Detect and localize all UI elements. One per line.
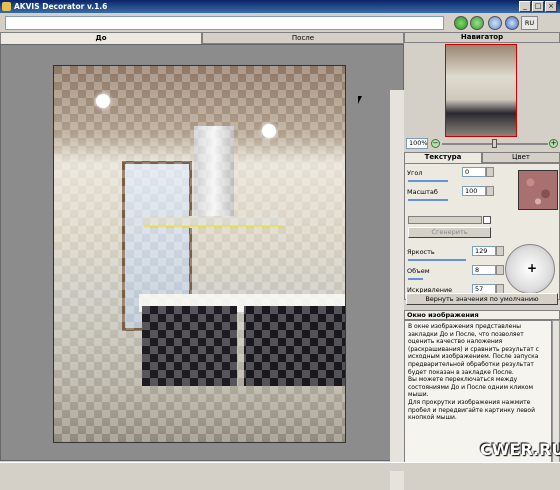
close-button[interactable]: ×	[545, 1, 557, 12]
canvas-scrollbar[interactable]	[390, 90, 404, 490]
volume-label: Объем	[407, 267, 430, 275]
transparency-overlay	[54, 66, 345, 442]
angle-slider[interactable]	[408, 180, 448, 182]
kitchen-photo	[53, 65, 346, 443]
zoom-slider-handle[interactable]	[492, 139, 497, 148]
tab-color[interactable]: Цвет	[482, 152, 560, 163]
minimize-button[interactable]: _	[519, 1, 531, 12]
zoom-in-icon[interactable]: +	[549, 139, 558, 148]
reset-defaults-button[interactable]: Вернуть значения по умолчанию	[406, 293, 558, 305]
watermark: CWER.RU	[480, 440, 560, 459]
tab-texture[interactable]: Текстура	[404, 152, 482, 163]
brightness-label: Яркость	[407, 248, 435, 256]
zoom-row: 100% − +	[406, 138, 558, 150]
zoom-out-icon[interactable]: −	[431, 139, 440, 148]
language-button[interactable]: RU	[521, 16, 538, 30]
app-icon	[2, 2, 11, 11]
save-icon[interactable]	[488, 16, 502, 30]
scale-input[interactable]: 100	[462, 186, 486, 196]
brightness-input[interactable]: 129	[472, 246, 496, 256]
info-paragraph: Вы можете переключаться между состояниям…	[408, 376, 534, 399]
mouse-cursor-icon	[358, 96, 362, 104]
maximize-button[interactable]: □	[532, 1, 544, 12]
apply-icon[interactable]	[470, 16, 484, 30]
texture-swatch[interactable]	[518, 170, 558, 210]
window-title: AKVIS Decorator v.1.6	[14, 2, 108, 11]
right-panel: Навигатор 100% − + Текстура Цвет Угол 0 …	[404, 32, 560, 470]
scale-spinner[interactable]	[486, 186, 494, 196]
brightness-slider[interactable]	[408, 259, 466, 261]
file-path-field[interactable]	[5, 16, 444, 30]
tab-before[interactable]: До	[0, 32, 202, 44]
navigator-header: Навигатор	[404, 32, 560, 43]
title-bar: AKVIS Decorator v.1.6	[0, 0, 560, 13]
scale-slider[interactable]	[408, 199, 448, 201]
help-icon[interactable]	[505, 16, 519, 30]
texture-progress	[408, 216, 482, 224]
image-canvas[interactable]	[0, 44, 404, 490]
settings-tabs: Текстура Цвет	[404, 152, 560, 163]
angle-label: Угол	[407, 169, 423, 177]
generate-button[interactable]: Сгенерить	[408, 227, 491, 238]
tab-after[interactable]: После	[202, 32, 404, 44]
scale-label: Масштаб	[407, 188, 438, 196]
info-paragraph: В окне изображения представлены закладки…	[408, 323, 539, 376]
info-title: Окно изображения	[404, 310, 560, 320]
zoom-field[interactable]: 100%	[406, 138, 428, 149]
status-bar	[0, 462, 560, 471]
volume-input[interactable]: 8	[472, 265, 496, 275]
direction-joystick[interactable]: +	[505, 244, 555, 294]
info-paragraph: Для прокрутки изображения нажмите пробел…	[408, 398, 536, 422]
angle-spinner[interactable]	[486, 167, 494, 177]
volume-spinner[interactable]	[496, 265, 504, 275]
navigator-thumbnail[interactable]	[445, 44, 517, 137]
volume-slider[interactable]	[408, 278, 423, 280]
joystick-center-icon: +	[527, 261, 538, 275]
run-icon[interactable]	[454, 16, 468, 30]
brightness-spinner[interactable]	[496, 246, 504, 256]
image-tabs: До После	[0, 32, 404, 44]
texture-panel: Угол 0 Масштаб 100 Сгенерить Яркость 129…	[404, 163, 560, 300]
texture-checkbox[interactable]	[483, 216, 491, 224]
toolbar: RU	[0, 13, 560, 33]
angle-input[interactable]: 0	[462, 167, 486, 177]
